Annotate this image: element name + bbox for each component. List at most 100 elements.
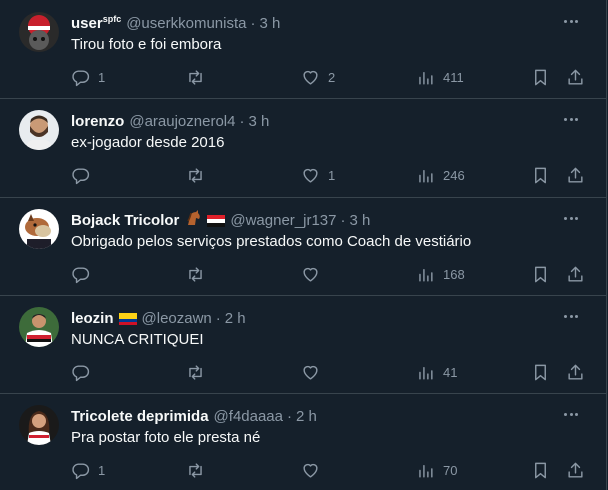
reply-button[interactable] [71,264,98,284]
timestamp[interactable]: 3 h [350,212,371,229]
views-button[interactable]: 246 [416,165,465,185]
retweet-button[interactable] [186,460,213,480]
more-options-icon[interactable] [562,209,580,227]
bookmark-icon [535,69,546,85]
bookmark-icon [535,266,546,282]
display-name[interactable]: userspfc [71,14,121,32]
retweet-button[interactable] [186,67,213,87]
reply-button[interactable] [71,362,98,382]
share-button[interactable] [566,67,585,87]
heart-icon [303,70,318,85]
like-button[interactable] [301,460,328,480]
tweet-text: NUNCA CRITIQUEI [71,331,204,348]
views-button[interactable]: 41 [416,362,457,382]
views-count: 246 [443,167,465,183]
views-chart-icon [419,169,433,183]
tweet[interactable]: lorenzo @araujoznerol4 · 3 h ex-jogador … [0,98,606,198]
timestamp[interactable]: 3 h [248,113,269,130]
tweet-actions: 1 70 [71,460,591,480]
views-button[interactable]: 168 [416,264,465,284]
bookmark-button[interactable] [531,460,550,480]
retweet-icon [189,266,202,282]
display-name[interactable]: Bojack Tricolor [71,212,179,229]
tweet-header: lorenzo @araujoznerol4 · 3 h [71,111,566,131]
user-handle[interactable]: @wagner_jr137 [230,212,336,229]
retweet-button[interactable] [186,362,213,382]
tweet[interactable]: Tricolete deprimida @f4daaaa · 2 h Pra p… [0,393,606,490]
views-chart-icon [419,464,433,478]
more-options-icon[interactable] [562,110,580,128]
separator-dot: · [215,309,221,327]
more-options-icon[interactable] [562,12,580,30]
views-count: 70 [443,462,458,478]
tweet-actions: 1 246 [71,165,591,185]
views-button[interactable]: 411 [416,67,464,87]
avatar[interactable] [19,405,59,445]
like-count: 1 [328,167,336,183]
share-icon [568,167,583,183]
bookmark-button[interactable] [531,264,550,284]
tweet[interactable]: leozin @leozawn · 2 h NUNCA CRITIQUEI 41 [0,295,606,394]
retweet-icon [189,167,202,183]
bookmark-button[interactable] [531,67,550,87]
more-options-icon[interactable] [562,307,580,325]
avatar[interactable] [19,209,59,249]
retweet-icon [189,364,202,380]
user-handle[interactable]: @f4daaaa [214,408,283,425]
share-icon [568,69,583,85]
retweet-button[interactable] [186,165,213,185]
reply-count: 1 [98,69,106,85]
views-button[interactable]: 70 [416,460,457,480]
timeline-feed: userspfc @userkkomunista · 3 h Tirou fot… [0,0,607,490]
timestamp[interactable]: 2 h [296,408,317,425]
share-button[interactable] [566,460,585,480]
heart-icon [303,365,318,380]
share-button[interactable] [566,165,585,185]
like-button[interactable]: 2 [301,67,335,87]
avatar[interactable] [19,12,59,52]
tweet[interactable]: Bojack Tricolor @wagner_jr137 · 3 h Obri… [0,197,606,296]
reply-count: 1 [98,462,106,478]
share-button[interactable] [566,362,585,382]
tweet-actions: 41 [71,362,591,382]
like-button[interactable] [301,362,328,382]
display-name[interactable]: lorenzo [71,113,124,130]
reply-button[interactable]: 1 [71,67,105,87]
views-count: 41 [443,364,458,380]
more-options-icon[interactable] [562,405,580,423]
retweet-button[interactable] [186,264,213,284]
user-handle[interactable]: @araujoznerol4 [129,113,235,130]
views-chart-icon [419,71,433,85]
user-handle[interactable]: @userkkomunista [126,15,246,32]
display-name[interactable]: leozin [71,310,114,327]
like-button[interactable]: 1 [301,165,335,185]
display-name[interactable]: Tricolete deprimida [71,408,209,425]
separator-dot: · [340,211,346,229]
avatar[interactable] [19,110,59,150]
user-handle[interactable]: @leozawn [142,310,212,327]
name-superscript: spfc [102,14,122,24]
separator-dot: · [250,14,256,32]
bookmark-button[interactable] [531,362,550,382]
tweet[interactable]: userspfc @userkkomunista · 3 h Tirou fot… [0,0,606,99]
views-count: 411 [443,69,464,85]
avatar[interactable] [19,307,59,347]
tweet-header: leozin @leozawn · 2 h [71,308,566,328]
bookmark-icon [535,364,546,380]
separator-dot: · [287,407,292,425]
views-count: 168 [443,266,465,282]
heart-icon [303,168,318,183]
reply-icon [72,69,90,86]
views-chart-icon [419,366,433,380]
timestamp[interactable]: 2 h [225,310,246,327]
timestamp[interactable]: 3 h [259,15,280,32]
heart-icon [303,267,318,282]
bookmark-icon [535,167,546,183]
bookmark-button[interactable] [531,165,550,185]
reply-button[interactable] [71,165,98,185]
like-button[interactable] [301,264,328,284]
heart-icon [303,463,318,478]
reply-button[interactable]: 1 [71,460,105,480]
share-button[interactable] [566,264,585,284]
tweet-text: ex-jogador desde 2016 [71,134,225,151]
